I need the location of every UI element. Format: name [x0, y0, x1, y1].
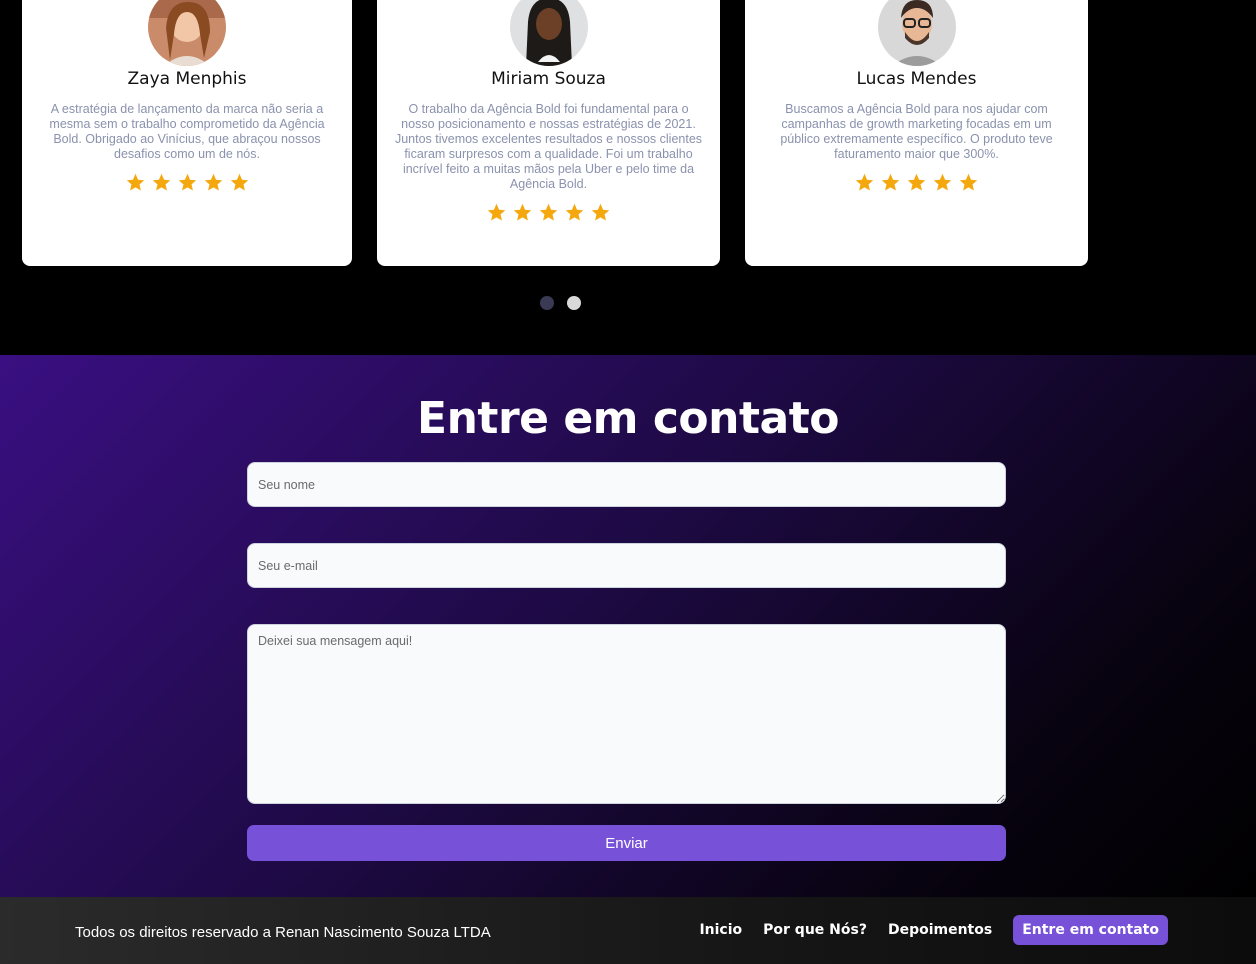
star-icon	[958, 172, 979, 198]
star-icon	[486, 202, 507, 228]
testimonials-section: Zaya Menphis A estratégia de lançamento …	[0, 0, 1256, 355]
testimonial-name: Lucas Mendes	[856, 69, 977, 89]
star-icon	[932, 172, 953, 198]
star-icon	[125, 172, 146, 198]
star-icon	[590, 202, 611, 228]
star-rating	[745, 172, 1088, 198]
testimonial-text: Buscamos a Agência Bold para nos ajudar …	[780, 102, 1053, 161]
nav-link-contato-button[interactable]: Entre em contato	[1013, 915, 1168, 945]
testimonial-text: A estratégia de lançamento da marca não …	[49, 102, 325, 161]
nav-link-depoimentos[interactable]: Depoimentos	[888, 922, 992, 938]
star-icon	[880, 172, 901, 198]
star-icon	[203, 172, 224, 198]
contact-title: Entre em contato	[417, 393, 839, 444]
testimonial-name: Zaya Menphis	[127, 69, 247, 89]
message-textarea[interactable]	[247, 624, 1006, 804]
star-icon	[906, 172, 927, 198]
star-rating	[22, 172, 352, 198]
footer-nav: Inicio Por que Nós? Depoimentos Entre em…	[699, 915, 1168, 945]
submit-button[interactable]: Enviar	[247, 825, 1006, 861]
testimonial-card: Miriam Souza O trabalho da Agência Bold …	[377, 0, 720, 266]
star-rating	[377, 202, 720, 228]
star-icon	[854, 172, 875, 198]
avatar	[877, 0, 956, 66]
footer: Todos os direitos reservado a Renan Nasc…	[0, 897, 1256, 964]
avatar	[509, 0, 588, 66]
email-input[interactable]	[247, 543, 1006, 588]
copyright-text: Todos os direitos reservado a Renan Nasc…	[75, 924, 491, 941]
star-icon	[151, 172, 172, 198]
testimonial-card: Lucas Mendes Buscamos a Agência Bold par…	[745, 0, 1088, 266]
carousel-dot-1[interactable]	[540, 296, 554, 310]
star-icon	[564, 202, 585, 228]
testimonial-card: Zaya Menphis A estratégia de lançamento …	[22, 0, 352, 266]
carousel-pagination	[540, 296, 581, 310]
star-icon	[229, 172, 250, 198]
avatar	[148, 0, 226, 66]
star-icon	[512, 202, 533, 228]
testimonial-name: Miriam Souza	[491, 69, 606, 89]
carousel-dot-2[interactable]	[567, 296, 581, 310]
testimonial-text: O trabalho da Agência Bold foi fundament…	[394, 102, 703, 191]
star-icon	[538, 202, 559, 228]
nav-link-por-que-nos[interactable]: Por que Nós?	[763, 922, 867, 938]
name-input[interactable]	[247, 462, 1006, 507]
star-icon	[177, 172, 198, 198]
nav-link-inicio[interactable]: Inicio	[699, 922, 742, 938]
contact-section: Entre em contato Enviar	[0, 355, 1256, 897]
